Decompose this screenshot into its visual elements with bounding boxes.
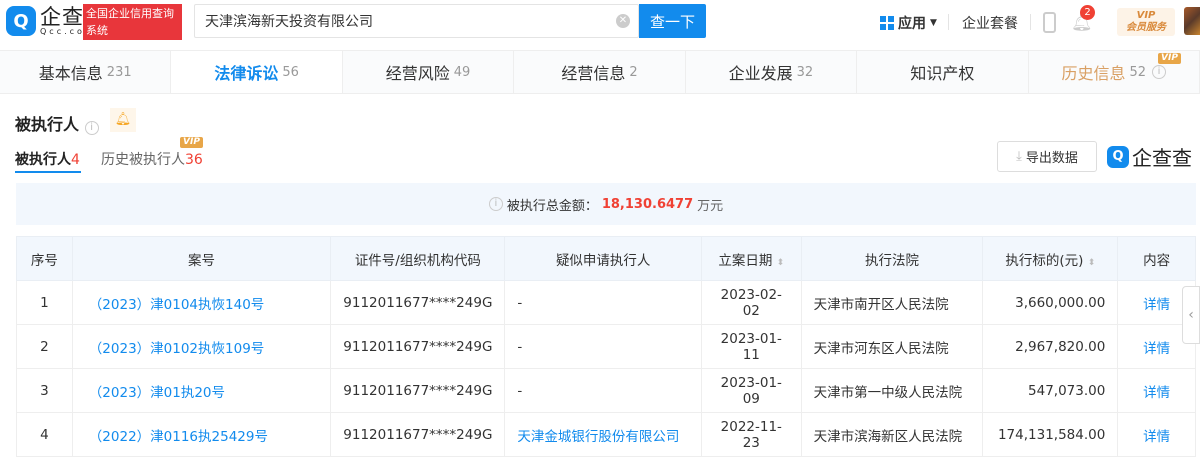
divider [948, 14, 949, 30]
subtab-history-executed[interactable]: 历史被执行人36 [101, 149, 203, 169]
row-index: 1 [16, 280, 73, 325]
col-court: 执行法院 [800, 236, 984, 281]
detail-link[interactable]: 详情 [1117, 368, 1196, 413]
apps-grid-icon [880, 16, 894, 30]
id-code: 9112011677****249G [330, 368, 506, 413]
applicant: - [504, 324, 702, 369]
col-index: 序号 [16, 236, 73, 281]
search-button[interactable]: 查一下 [639, 4, 706, 38]
sort-icon: ⬍ [776, 257, 785, 268]
vip-badge: VIP [1158, 53, 1181, 64]
court: 天津市滨海新区人民法院 [800, 412, 984, 457]
filing-date: 2023-01-11 [700, 324, 802, 369]
col-content: 内容 [1117, 236, 1196, 281]
case-number-link[interactable]: （2023）津01执20号 [71, 368, 332, 413]
slogan-line1: 全国企业信用查询系统 [86, 7, 174, 37]
tab-history[interactable]: 历史信息 52 i VIP [1029, 51, 1200, 93]
slogan: 全国企业信用查询系统官方备案企业征信机构 [83, 4, 182, 71]
filing-date: 2022-11-23 [700, 412, 802, 457]
amount: 547,073.00 [982, 368, 1119, 413]
info-icon[interactable]: i [84, 121, 99, 135]
applicant[interactable]: 天津金城银行股份有限公司 [504, 412, 702, 457]
filing-date: 2023-01-09 [700, 368, 802, 413]
info-icon: i [488, 197, 503, 211]
watermark-logo: Q 企查查 [1107, 142, 1192, 171]
export-button[interactable]: ⤓ 导出数据 [997, 141, 1097, 172]
row-index: 4 [16, 412, 73, 457]
amount: 174,131,584.00 [982, 412, 1119, 457]
col-id-code: 证件号/组织机构代码 [330, 236, 506, 281]
id-code: 9112011677****249G [330, 324, 506, 369]
id-code: 9112011677****249G [330, 280, 506, 325]
qcc-logo-icon: Q [6, 6, 36, 36]
amount: 3,660,000.00 [982, 280, 1119, 325]
tab-ip[interactable]: 知识产权 [857, 51, 1029, 93]
subscribe-bell-icon[interactable]: 🔔︎ [110, 108, 136, 132]
search-input[interactable]: 天津滨海新天投资有限公司 [194, 4, 639, 38]
table-row: 4 （2022）津0116执25429号 9112011677****249G 天津金… [16, 412, 1196, 457]
court: 天津市第一中级人民法院 [800, 368, 984, 413]
apps-label: 应用 [898, 16, 926, 32]
tab-legal[interactable]: 法律诉讼 56 [171, 51, 343, 93]
case-number-link[interactable]: （2022）津0116执25429号 [71, 412, 332, 457]
tab-operation[interactable]: 经营信息 2 [514, 51, 686, 93]
top-bar: Q 企查查Qcc.com 全国企业信用查询系统官方备案企业征信机构 天津滨海新天… [0, 0, 1200, 71]
divider [1030, 14, 1031, 30]
col-date[interactable]: 立案日期 ⬍ [700, 236, 802, 281]
table-row: 1 （2023）津0104执恢140号 9112011677****249G -202… [16, 280, 1196, 325]
info-icon[interactable]: i [1152, 65, 1167, 79]
qcc-logo-icon: Q [1107, 145, 1129, 168]
case-number-link[interactable]: （2023）津0104执恢140号 [71, 280, 332, 325]
tab-risk[interactable]: 经营风险 49 [343, 51, 515, 93]
apps-menu[interactable]: 应用 ▼ [880, 13, 937, 33]
download-icon: ⤓ [1016, 149, 1022, 164]
row-index: 2 [16, 324, 73, 369]
detail-link[interactable]: 详情 [1117, 412, 1196, 457]
amount: 2,967,820.00 [982, 324, 1119, 369]
court: 天津市河东区人民法院 [800, 324, 984, 369]
vip-label: VIP [1136, 10, 1156, 21]
sort-icon: ⬍ [1087, 257, 1096, 268]
clear-icon[interactable]: ✕ [616, 14, 630, 28]
summary-amount: 18,130.6477 [601, 196, 694, 212]
summary-bar: i 被执行总金额： 18,130.6477 万元 [16, 183, 1196, 225]
summary-label: 被执行总金额： [506, 198, 598, 214]
caret-down-icon: ▼ [930, 18, 937, 28]
active-tab-underline [15, 171, 81, 173]
col-applicant: 疑似申请执行人 [504, 236, 702, 281]
col-amount[interactable]: 执行标的(元) ⬍ [982, 236, 1119, 281]
applicant: - [504, 368, 702, 413]
notification-badge: 2 [1080, 5, 1095, 20]
scroll-left-handle[interactable]: ‹ [1182, 286, 1200, 344]
table-row: 3 （2023）津01执20号 9112011677****249G -2023-01… [16, 368, 1196, 413]
summary-unit: 万元 [697, 198, 724, 214]
case-number-link[interactable]: （2023）津0102执恢109号 [71, 324, 332, 369]
id-code: 9112011677****249G [330, 412, 506, 457]
table-header: 序号 案号 证件号/组织机构代码 疑似申请执行人 立案日期 ⬍ 执行法院 执行标… [16, 236, 1196, 281]
col-case-no: 案号 [71, 236, 332, 281]
court: 天津市南开区人民法院 [800, 280, 984, 325]
tab-development[interactable]: 企业发展 32 [686, 51, 858, 93]
phone-icon[interactable] [1043, 12, 1056, 33]
section-title: 被执行人 i [15, 111, 99, 135]
tab-basic-info[interactable]: 基本信息 231 [0, 51, 172, 93]
row-index: 3 [16, 368, 73, 413]
filing-date: 2023-02-02 [700, 280, 802, 325]
vip-service-button[interactable]: VIP 会员服务 [1117, 8, 1175, 36]
package-link[interactable]: 企业套餐 [962, 13, 1018, 33]
table-row: 2 （2023）津0102执恢109号 9112011677****249G -202… [16, 324, 1196, 369]
applicant: - [504, 280, 702, 325]
executed-table: 序号 案号 证件号/组织机构代码 疑似申请执行人 立案日期 ⬍ 执行法院 执行标… [16, 236, 1196, 457]
vip-badge: VIP [180, 137, 203, 148]
avatar[interactable] [1184, 7, 1200, 35]
subtab-executed[interactable]: 被执行人4 [15, 149, 80, 169]
vip-service-label: 会员服务 [1126, 22, 1166, 33]
main-tabs: 基本信息 231 法律诉讼 56 经营风险 49 经营信息 2 企业发展 32 知识产权 … [0, 50, 1200, 94]
